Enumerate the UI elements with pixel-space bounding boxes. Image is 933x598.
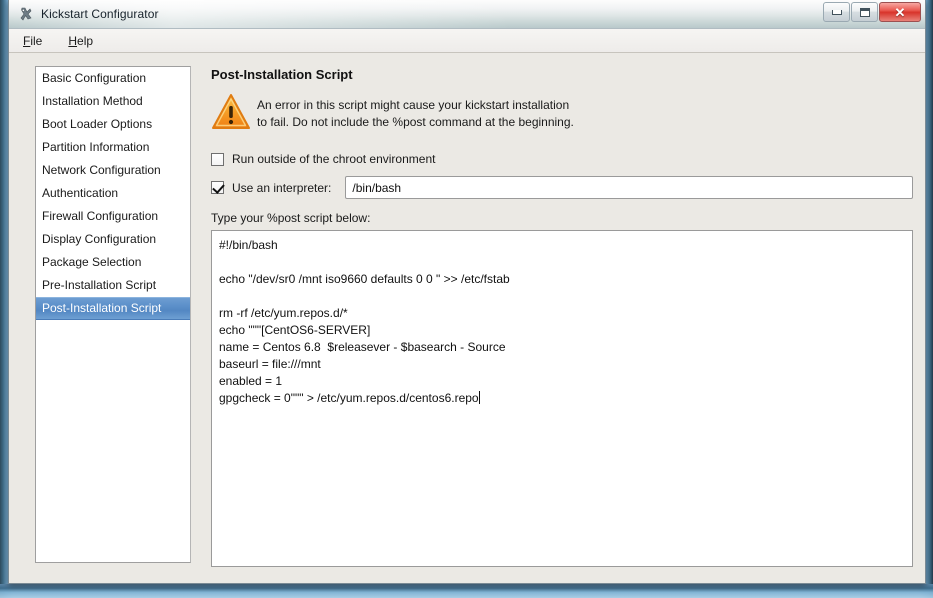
- sidebar-item-partition-information[interactable]: Partition Information: [36, 136, 190, 159]
- window-title: Kickstart Configurator: [41, 7, 159, 21]
- sidebar-item-label: Display Configuration: [42, 232, 157, 246]
- warning-line-2: to fail. Do not include the %post comman…: [257, 115, 574, 129]
- script-label: Type your %post script below:: [211, 211, 371, 225]
- close-button[interactable]: ✕: [879, 2, 921, 22]
- minimize-icon: [831, 9, 842, 15]
- application-window: Kickstart Configurator ✕ File Help Basic…: [8, 0, 926, 584]
- maximize-icon: [859, 7, 870, 17]
- sidebar-item-label: Post-Installation Script: [42, 301, 162, 315]
- sidebar-item-label: Package Selection: [42, 255, 142, 269]
- interpreter-row: Use an interpreter:: [211, 176, 913, 199]
- sidebar-item-label: Partition Information: [42, 140, 150, 154]
- sidebar-item-boot-loader-options[interactable]: Boot Loader Options: [36, 113, 190, 136]
- window-content: Basic Configuration Installation Method Bo…: [9, 53, 925, 583]
- menu-item-help[interactable]: Help: [64, 32, 97, 50]
- sidebar-item-installation-method[interactable]: Installation Method: [36, 90, 190, 113]
- interpreter-checkbox-label: Use an interpreter:: [232, 180, 332, 195]
- menu-item-file[interactable]: File: [19, 32, 46, 50]
- sidebar-item-firewall-configuration[interactable]: Firewall Configuration: [36, 205, 190, 228]
- maximize-button[interactable]: [851, 2, 878, 22]
- section-list[interactable]: Basic Configuration Installation Method Bo…: [35, 66, 191, 563]
- menu-help-label: H: [68, 33, 78, 48]
- sidebar-item-pre-installation-script[interactable]: Pre-Installation Script: [36, 274, 190, 297]
- title-bar[interactable]: Kickstart Configurator ✕: [9, 0, 925, 29]
- sidebar-item-label: Basic Configuration: [42, 71, 147, 85]
- sidebar-item-label: Boot Loader Options: [42, 117, 153, 131]
- page-title: Post-Installation Script: [211, 67, 353, 82]
- sidebar-item-display-configuration[interactable]: Display Configuration: [36, 228, 190, 251]
- desktop-taskbar-strip: [0, 584, 933, 598]
- warning-banner: An error in this script might cause your…: [211, 92, 913, 136]
- main-panel: Post-Installation Script An error in thi…: [191, 65, 913, 569]
- text-caret: [478, 391, 480, 404]
- warning-line-1: An error in this script might cause your…: [257, 98, 570, 112]
- menu-bar: File Help: [9, 29, 925, 53]
- sidebar-item-post-installation-script[interactable]: Post-Installation Script: [36, 297, 190, 320]
- window-controls: ✕: [823, 2, 921, 22]
- warning-text: An error in this script might cause your…: [257, 92, 574, 131]
- interpreter-input[interactable]: [345, 176, 913, 199]
- chroot-checkbox-row[interactable]: Run outside of the chroot environment: [211, 148, 913, 170]
- post-script-textarea[interactable]: #!/bin/bash echo "/dev/sr0 /mnt iso9660 …: [211, 230, 913, 567]
- sidebar-item-authentication[interactable]: Authentication: [36, 182, 190, 205]
- sidebar-item-label: Firewall Configuration: [42, 209, 159, 223]
- menu-file-rest: ile: [30, 33, 43, 48]
- chroot-checkbox[interactable]: [211, 152, 224, 166]
- minimize-button[interactable]: [823, 2, 850, 22]
- post-script-text: #!/bin/bash echo "/dev/sr0 /mnt iso9660 …: [219, 238, 510, 405]
- interpreter-checkbox[interactable]: [211, 181, 224, 194]
- kickstart-app-icon: [18, 6, 34, 22]
- chroot-checkbox-label: Run outside of the chroot environment: [232, 152, 436, 166]
- sidebar-item-label: Pre-Installation Script: [42, 278, 157, 292]
- warning-triangle-icon: [211, 92, 257, 136]
- sidebar-item-label: Network Configuration: [42, 163, 161, 177]
- sidebar-item-label: Installation Method: [42, 94, 143, 108]
- menu-help-rest: elp: [77, 33, 94, 48]
- sidebar-item-label: Authentication: [42, 186, 119, 200]
- sidebar-item-basic-configuration[interactable]: Basic Configuration: [36, 67, 190, 90]
- sidebar-item-package-selection[interactable]: Package Selection: [36, 251, 190, 274]
- close-icon: ✕: [894, 4, 906, 20]
- sidebar-item-network-configuration[interactable]: Network Configuration: [36, 159, 190, 182]
